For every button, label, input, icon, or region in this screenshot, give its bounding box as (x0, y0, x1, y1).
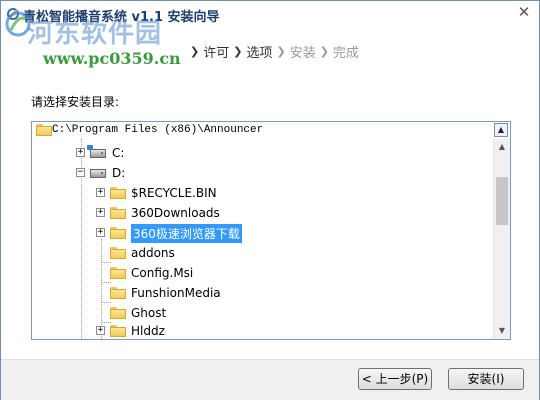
step-arrow-icon: ❯ (190, 44, 200, 58)
back-button[interactable]: < 上一步(P) (358, 368, 432, 390)
tree-item-label: D: (112, 166, 126, 180)
tree-item-folder-selected[interactable]: + 360极速浏览器下载 (96, 223, 242, 243)
folder-icon (110, 187, 126, 199)
tree-item-folder[interactable]: Ghost (110, 303, 166, 323)
tree-item-label: 360Downloads (131, 206, 220, 220)
tree-item-folder[interactable]: FunshionMedia (110, 283, 221, 303)
tree-scrollbar[interactable]: ▲ ▼ (493, 139, 510, 339)
title-bar: 青松智能播音系统 v1.1 安装向导 ✕ 河东软件园 (1, 1, 539, 49)
tree-item-drive-c[interactable]: + C: (76, 143, 125, 163)
hard-drive-icon (90, 168, 106, 178)
close-button[interactable]: ✕ (515, 4, 533, 20)
install-path-field[interactable]: C:\Program Files (x86)\Announcer ▲ (31, 121, 511, 141)
step-finish: 完成 (332, 45, 359, 61)
expand-icon[interactable]: + (96, 326, 105, 335)
wizard-steps: ❯ 许可 ❯ 选项 ❯ 安装 ❯ 完成 (190, 43, 363, 61)
tree-item-folder[interactable]: + $RECYCLE.BIN (96, 183, 217, 203)
button-bar: < 上一步(P) 安装(I) (1, 359, 539, 400)
expand-icon[interactable]: + (96, 188, 105, 197)
tree-item-drive-d[interactable]: − D: (76, 163, 126, 183)
install-button[interactable]: 安装(I) (448, 368, 524, 390)
content-area: 请选择安装目录: C:\Program Files (x86)\Announce… (1, 73, 539, 359)
network-drive-icon (87, 144, 106, 158)
folder-icon (110, 207, 126, 219)
step-options: 选项 (246, 45, 273, 61)
step-arrow-icon: ❯ (319, 44, 329, 58)
tree-item-label: addons (131, 246, 175, 260)
scroll-up-icon[interactable]: ▲ (494, 139, 510, 155)
expand-icon[interactable]: + (96, 228, 105, 237)
tree-item-folder[interactable]: + 360Downloads (96, 203, 220, 223)
folder-icon (110, 325, 126, 337)
install-dir-prompt: 请选择安装目录: (31, 95, 120, 109)
folder-icon (110, 287, 126, 299)
tree-item-folder[interactable]: Config.Msi (110, 263, 193, 283)
tree-item-label: $RECYCLE.BIN (131, 186, 217, 200)
parent-folder-button[interactable]: ▲ (494, 123, 508, 137)
folder-icon (110, 227, 126, 239)
tree-item-folder[interactable]: addons (110, 243, 175, 263)
scroll-down-icon[interactable]: ▼ (494, 323, 510, 339)
expand-icon[interactable]: + (76, 148, 85, 157)
watermark-url: www.pc0359.cn (43, 49, 181, 68)
folder-icon (110, 307, 126, 319)
step-install: 安装 (289, 45, 316, 61)
tree-item-folder[interactable]: + Hlddz (96, 321, 165, 339)
collapse-icon[interactable]: − (76, 168, 85, 177)
folder-icon (110, 267, 126, 279)
step-arrow-icon: ❯ (233, 44, 243, 58)
scrollbar-thumb[interactable] (496, 177, 508, 225)
folder-icon (110, 247, 126, 259)
expand-icon[interactable]: + (96, 208, 105, 217)
tree-item-label: C: (112, 146, 125, 160)
folder-icon (36, 124, 52, 136)
install-path-text: C:\Program Files (x86)\Announcer (52, 124, 264, 136)
installer-window: 青松智能播音系统 v1.1 安装向导 ✕ 河东软件园 www.pc0359.cn… (0, 0, 540, 400)
tree-item-label: 360极速浏览器下载 (131, 223, 242, 243)
watermark-logo: 河东软件园 (27, 19, 163, 49)
tree-item-label: Config.Msi (131, 266, 194, 280)
folder-tree[interactable]: + C: − D: + $RECYCLE.BIN + 360Downloads (31, 139, 511, 340)
tree-item-label: Ghost (131, 306, 167, 320)
step-license: 许可 (203, 45, 230, 61)
tree-item-label: FunshionMedia (131, 286, 221, 300)
tree-item-label: Hlddz (131, 324, 165, 338)
step-arrow-icon: ❯ (276, 44, 286, 58)
